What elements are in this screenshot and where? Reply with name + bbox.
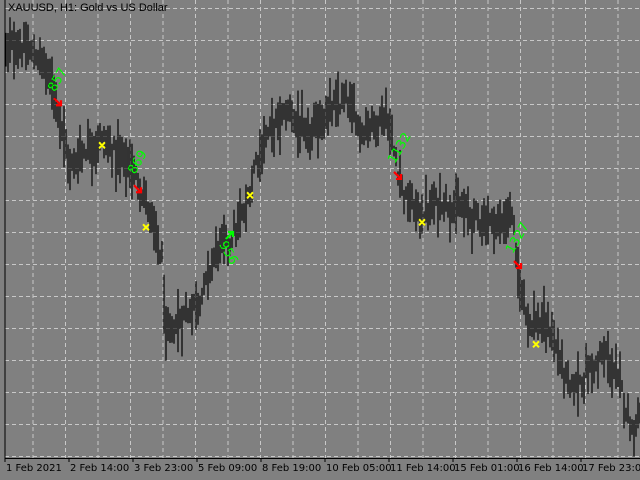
trade-annotation: 869 xyxy=(125,148,150,177)
price-bars xyxy=(5,17,640,457)
x-tick-label: 17 Feb 23:00 xyxy=(582,463,640,474)
x-tick-label: 16 Feb 14:00 xyxy=(518,463,584,474)
grid xyxy=(5,0,640,458)
trade-annotation: 857 xyxy=(45,65,70,94)
price-chart[interactable]: 1 Feb 2021 2 Feb 14:00 3 Feb 23:00 5 Feb 09… xyxy=(0,0,640,480)
trade-annotation: 956 xyxy=(215,239,240,268)
x-tick-label: 5 Feb 09:00 xyxy=(198,463,257,474)
exit-cross-icon xyxy=(142,223,150,232)
exit-cross-icon xyxy=(532,340,540,349)
x-tick-label: 1 Feb 2021 xyxy=(6,463,62,474)
x-tick-label: 3 Feb 23:00 xyxy=(134,463,193,474)
x-tick-label: 15 Feb 01:00 xyxy=(454,463,520,474)
chart-title: XAUUSD, H1: Gold vs US Dollar xyxy=(8,2,168,14)
x-tick-label: 11 Feb 14:00 xyxy=(390,463,456,474)
x-tick-label: 10 Feb 05:00 xyxy=(326,463,392,474)
chart-window[interactable]: 1 Feb 2021 2 Feb 14:00 3 Feb 23:00 5 Feb 09… xyxy=(0,0,640,480)
x-tick-label: 8 Feb 19:00 xyxy=(262,463,321,474)
x-tick-label: 2 Feb 14:00 xyxy=(70,463,129,474)
